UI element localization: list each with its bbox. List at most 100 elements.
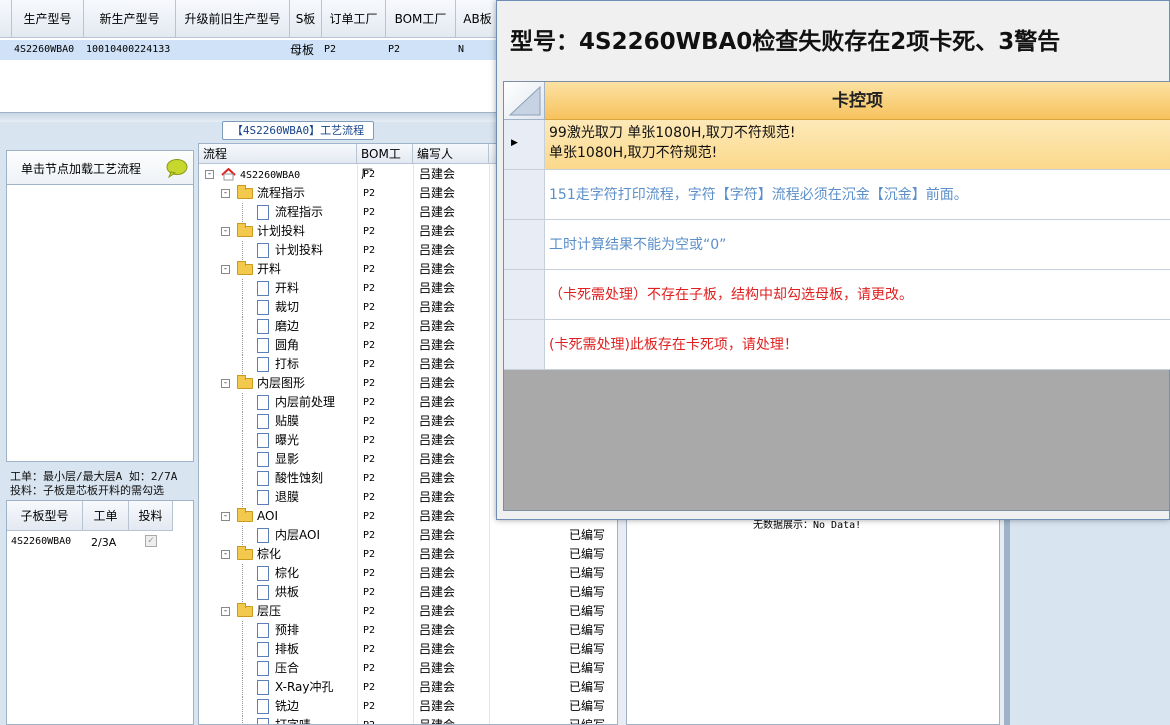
collapse-toggle-icon[interactable]: - (221, 189, 230, 198)
document-icon (257, 585, 269, 600)
collapse-toggle-icon[interactable]: - (221, 512, 230, 521)
tree-node-label: 显影 (275, 452, 300, 466)
bom-cell: P2 (363, 207, 376, 218)
document-icon (257, 452, 269, 467)
column-header[interactable]: 升级前旧生产型号 (176, 0, 290, 38)
hint-text: 工单：最小层/最大层A 如：2/7A 投料：子板是芯板开料的需勾选 (10, 470, 196, 498)
table-row[interactable]: 4S2260WBA0 2/3A ✓ (7, 533, 193, 553)
check-row[interactable]: 工时计算结果不能为空或“0” (504, 220, 1170, 270)
check-message: （卡死需处理）不存在子板，结构中却勾选母板，请更改。 (549, 287, 913, 303)
column-header[interactable]: 生产型号 (12, 0, 84, 38)
tree-node-label: 流程指示 (257, 186, 306, 200)
column-header[interactable]: 流程 (199, 144, 357, 164)
tree-node-label: 开料 (257, 262, 282, 276)
writer-cell: 吕建会 (419, 642, 456, 656)
writer-cell: 吕建会 (419, 699, 456, 713)
collapse-toggle-icon[interactable]: - (221, 227, 230, 236)
tree-node-label: 计划投料 (275, 243, 324, 257)
tree-node[interactable]: 棕化 P2 吕建会 已编写 (199, 564, 617, 583)
folder-icon (237, 185, 253, 199)
row-indicator[interactable] (504, 270, 545, 319)
bom-cell: P2 (363, 435, 376, 446)
tree-node-label: 打标 (275, 357, 300, 371)
tree-node-label: 压合 (275, 661, 300, 675)
collapse-toggle-icon[interactable]: - (221, 607, 230, 616)
tree-node[interactable]: - 层压 P2 吕建会 已编写 (199, 602, 617, 621)
bom-cell: P2 (363, 682, 376, 693)
bom-cell: P2 (363, 701, 376, 712)
tree-node-label: 酸性蚀刻 (275, 471, 324, 485)
column-header[interactable]: BOM工厂 (357, 144, 413, 181)
document-icon (257, 243, 269, 258)
writer-cell: 吕建会 (419, 281, 456, 295)
column-header[interactable]: BOM工厂 (386, 0, 456, 38)
writer-cell: 吕建会 (419, 376, 456, 390)
column-header[interactable]: 子板型号 (7, 501, 83, 531)
check-row[interactable]: (卡死需处理)此板存在卡死项，请处理！ (504, 320, 1170, 370)
column-header[interactable]: 订单工厂 (322, 0, 386, 38)
table-cell: 母板 (290, 43, 315, 57)
document-icon (257, 281, 269, 296)
collapse-toggle-icon[interactable]: - (221, 379, 230, 388)
scrollbar[interactable] (1004, 520, 1010, 725)
column-header[interactable]: 投料 (129, 501, 173, 531)
bom-cell: P2 (363, 340, 376, 351)
tree-node-label: 圆角 (275, 338, 300, 352)
feed-checkbox[interactable]: ✓ (145, 535, 157, 547)
detail-content: 无数据展示：No Data! (626, 510, 1000, 725)
hint-line: 工单：最小层/最大层A 如：2/7A (10, 470, 178, 483)
tree-node[interactable]: - 棕化 P2 吕建会 已编写 (199, 545, 617, 564)
column-header[interactable]: 编写人 (413, 144, 489, 164)
writer-cell: 吕建会 (419, 357, 456, 371)
table-cell: 4S2260WBA0 (14, 44, 75, 55)
collapse-toggle-icon[interactable]: - (205, 170, 214, 179)
check-row[interactable]: （卡死需处理）不存在子板，结构中却勾选母板，请更改。 (504, 270, 1170, 320)
row-indicator[interactable] (504, 320, 545, 369)
check-row[interactable]: 151走字符打印流程，字符【字符】流程必须在沉金【沉金】前面。 (504, 170, 1170, 220)
bom-cell: P2 (363, 169, 376, 180)
check-row[interactable]: ▶ 99激光取刀 单张1080H,取刀不符规范! 单张1080H,取刀不符规范! (504, 120, 1170, 170)
bom-cell: P2 (363, 606, 376, 617)
tree-node[interactable]: 烘板 P2 吕建会 已编写 (199, 583, 617, 602)
check-message: 99激光取刀 单张1080H,取刀不符规范! 单张1080H,取刀不符规范! (549, 125, 796, 161)
tree-node-label: 计划投料 (257, 224, 306, 238)
document-icon (257, 490, 269, 505)
writer-cell: 吕建会 (419, 433, 456, 447)
column-header[interactable]: 工单 (83, 501, 129, 531)
bom-cell: P2 (363, 397, 376, 408)
collapse-toggle-icon[interactable]: - (221, 550, 230, 559)
writer-cell: 吕建会 (419, 604, 456, 618)
tree-node-label: 铣边 (275, 699, 300, 713)
collapse-toggle-icon[interactable]: - (221, 265, 230, 274)
tree-node-label: 贴膜 (275, 414, 300, 428)
current-row-arrow-icon: ▶ (511, 138, 518, 148)
tree-node-label: 预排 (275, 623, 300, 637)
process-load-label: 单击节点加载工艺流程 (21, 162, 142, 176)
tree-node[interactable]: 压合 P2 吕建会 已编写 (199, 659, 617, 678)
document-icon (257, 433, 269, 448)
column-header[interactable]: 新生产型号 (84, 0, 176, 38)
tree-node[interactable]: 打字唛 P2 吕建会 已编写 (199, 716, 617, 724)
bom-cell: P2 (363, 226, 376, 237)
tree-node[interactable]: 预排 P2 吕建会 已编写 (199, 621, 617, 640)
tree-node-label: 4S2260WBA0 (240, 170, 301, 181)
document-icon (257, 300, 269, 315)
tree-node[interactable]: 排板 P2 吕建会 已编写 (199, 640, 617, 659)
row-indicator[interactable] (504, 170, 545, 219)
writer-cell: 吕建会 (419, 528, 456, 542)
document-icon (257, 699, 269, 714)
column-header[interactable]: 卡控项 (545, 82, 1170, 120)
tree-node-label: 开料 (275, 281, 300, 295)
tree-node-label: 退膜 (275, 490, 300, 504)
tree-node[interactable]: 内层AOI P2 吕建会 已编写 (199, 526, 617, 545)
row-indicator[interactable] (504, 220, 545, 269)
tree-node[interactable]: X-Ray冲孔 P2 吕建会 已编写 (199, 678, 617, 697)
column-header[interactable]: S板 (290, 0, 322, 38)
tree-node[interactable]: 铣边 P2 吕建会 已编写 (199, 697, 617, 716)
row-indicator[interactable]: ▶ (504, 120, 545, 169)
column-header[interactable]: AB板 (456, 0, 499, 38)
grid-corner[interactable] (504, 82, 545, 120)
tree-node-label: AOI (257, 509, 278, 523)
chat-bubble-icon[interactable] (165, 158, 189, 178)
tree-node-label: 烘板 (275, 585, 300, 599)
